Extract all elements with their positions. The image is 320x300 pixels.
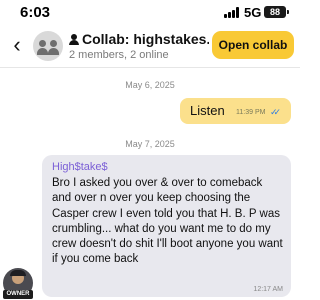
person-icon [69, 34, 79, 45]
chat-title-text: Collab: highstakes... [82, 31, 209, 47]
open-collab-button[interactable]: Open collab [212, 31, 294, 59]
group-avatar-icon[interactable] [33, 31, 63, 61]
incoming-message[interactable]: High$take$ Bro I asked you over & over t… [42, 155, 291, 297]
network-type: 5G [244, 5, 262, 20]
date-separator: May 7, 2025 [125, 139, 175, 149]
message-text: Bro I asked you over & over to comeback … [52, 177, 283, 266]
status-time: 6:03 [20, 4, 51, 21]
owner-badge: OWNER [3, 290, 33, 299]
chat-title[interactable]: Collab: highstakes... [69, 31, 209, 47]
date-separator: May 6, 2025 [125, 80, 175, 90]
read-check-icon: ✓✓ [270, 107, 281, 117]
message-time: 11:39 PM [236, 109, 266, 116]
chat-subtitle: 2 members, 2 online [69, 49, 169, 61]
signal-icon [224, 7, 240, 18]
chat-header: ‹ Collab: highstakes... 2 members, 2 onl… [0, 26, 300, 68]
chevron-left-icon[interactable]: ‹ [8, 32, 26, 58]
outgoing-message[interactable]: Listen 11:39 PM ✓✓ [180, 98, 291, 124]
battery-icon: 88 [264, 6, 289, 18]
message-time: 12:17 AM [253, 286, 283, 293]
message-text: Listen [190, 103, 225, 118]
sender-name[interactable]: High$take$ [52, 161, 108, 173]
status-bar: 6:03 5G 88 [0, 0, 300, 26]
